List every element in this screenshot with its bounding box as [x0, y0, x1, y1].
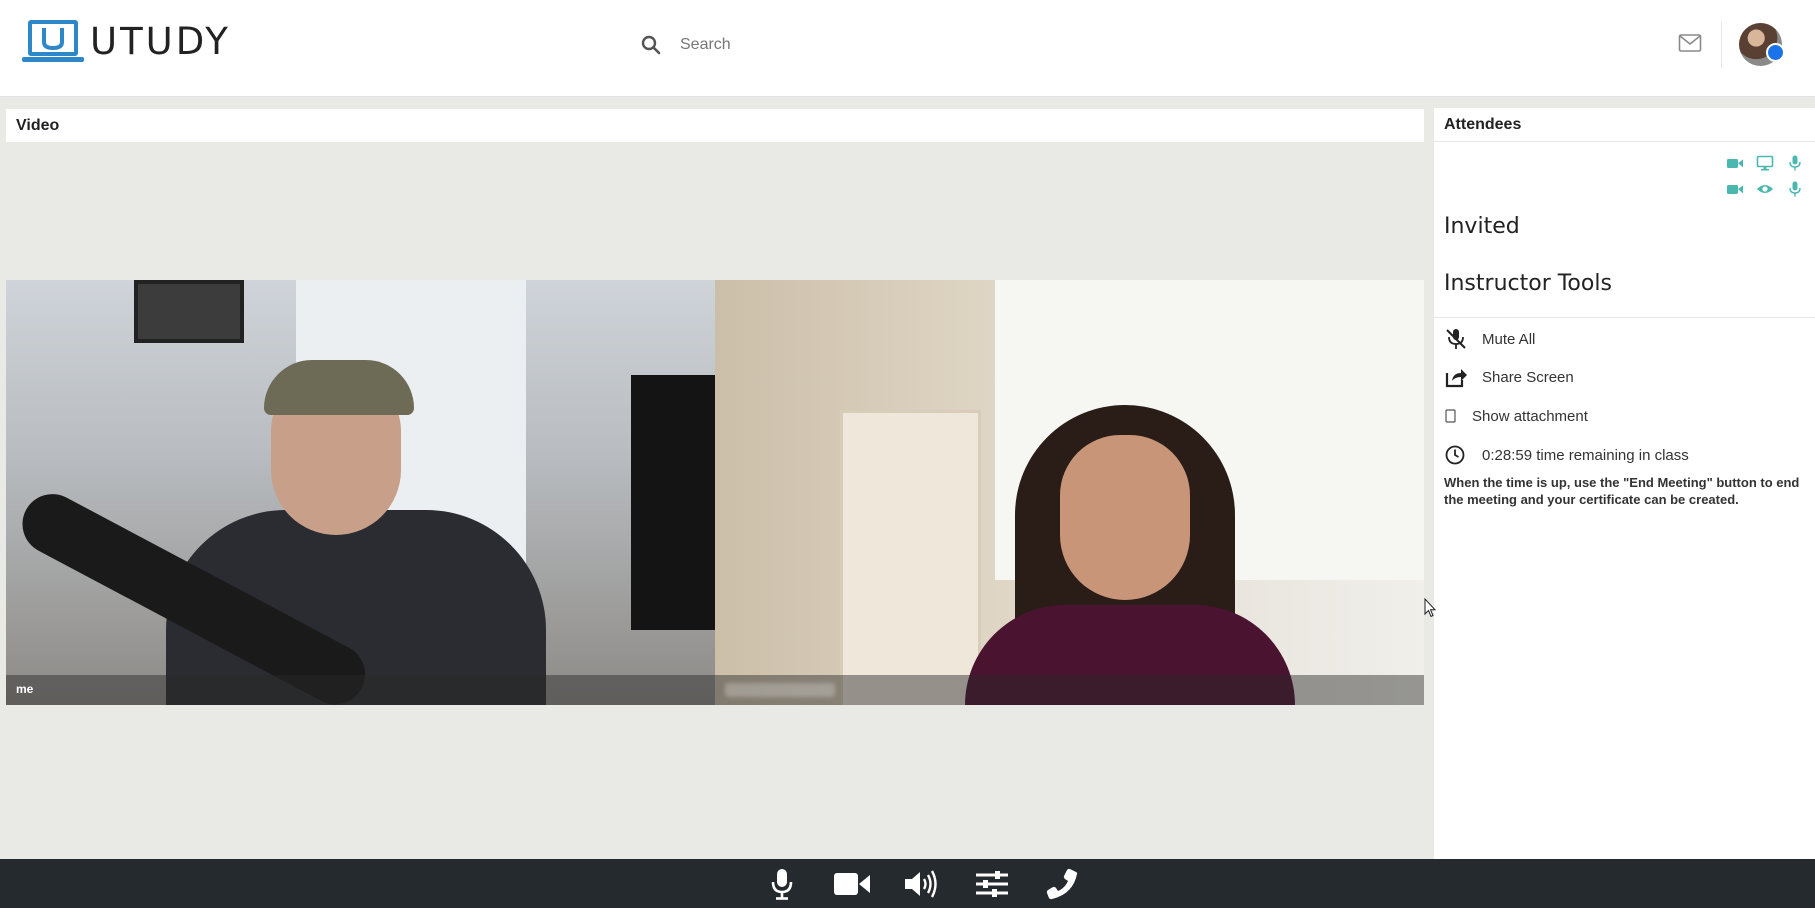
search-bar — [640, 34, 1060, 56]
utudy-logo[interactable]: UTUDY — [22, 18, 231, 64]
video-title-bar: Video — [6, 109, 1424, 142]
file-icon — [1445, 409, 1456, 423]
microphone-slash-icon — [1446, 329, 1466, 349]
microphone-icon[interactable] — [1786, 155, 1804, 171]
settings-button[interactable] — [970, 867, 1014, 901]
settings-sliders-icon — [976, 871, 1008, 897]
interior-door — [840, 410, 981, 705]
blurred-name — [725, 683, 835, 697]
video-camera-icon[interactable] — [1726, 181, 1744, 197]
video-camera-icon[interactable] — [1726, 155, 1744, 171]
mute-all-button[interactable]: Mute All — [1444, 328, 1535, 350]
speaker-icon — [905, 870, 937, 898]
mail-icon[interactable] — [1678, 33, 1702, 53]
mute-all-label: Mute All — [1482, 330, 1536, 348]
status-row — [1726, 176, 1815, 202]
camera-button[interactable] — [830, 867, 874, 901]
laptop-logo-icon — [22, 20, 84, 62]
person-cap — [264, 360, 414, 415]
divider — [1434, 141, 1815, 142]
show-attachment-button[interactable]: Show attachment — [1444, 405, 1588, 427]
status-row — [1726, 150, 1815, 176]
person-face — [1060, 435, 1190, 600]
tile-caption: me — [6, 675, 715, 705]
speaker-button[interactable] — [900, 867, 944, 901]
attendees-panel: Attendees Invited Instructor Tools Mute … — [1434, 108, 1815, 859]
microphone-icon[interactable] — [1786, 181, 1804, 197]
time-remaining: 0:28:59 time remaining in class — [1444, 444, 1689, 466]
mouse-cursor-icon — [1424, 598, 1436, 618]
call-controls — [760, 867, 1084, 901]
time-remaining-text: 0:28:59 time remaining in class — [1482, 446, 1689, 464]
user-avatar[interactable] — [1739, 23, 1785, 66]
computer-tower — [631, 375, 715, 630]
divider — [1434, 317, 1815, 318]
show-attachment-label: Show attachment — [1472, 407, 1588, 425]
attendees-title: Attendees — [1444, 116, 1522, 133]
microphone-icon — [771, 869, 793, 900]
share-screen-label: Share Screen — [1482, 368, 1574, 386]
header: UTUDY — [0, 0, 1815, 97]
eye-icon[interactable] — [1756, 181, 1774, 197]
clock-icon — [1445, 445, 1465, 465]
video-tiles: me — [6, 280, 1424, 705]
share-icon — [1445, 369, 1467, 388]
search-icon[interactable] — [640, 34, 662, 56]
logo-text: UTUDY — [90, 19, 231, 63]
call-control-bar — [0, 859, 1815, 908]
video-tile-participant[interactable] — [715, 280, 1424, 705]
header-divider — [1721, 22, 1722, 68]
video-panel: Video me — [6, 109, 1424, 859]
participant-name: me — [16, 682, 34, 696]
wall-picture — [134, 280, 244, 343]
tile-caption — [715, 675, 1424, 705]
search-input[interactable] — [680, 36, 1060, 54]
share-screen-button[interactable]: Share Screen — [1444, 366, 1574, 388]
monitor-icon[interactable] — [1756, 155, 1774, 171]
instructor-tools-heading: Instructor Tools — [1444, 271, 1612, 296]
invited-heading: Invited — [1444, 214, 1520, 239]
attendee-status-icons — [1726, 150, 1815, 202]
end-call-button[interactable] — [1040, 867, 1084, 901]
video-tile-self[interactable]: me — [6, 280, 715, 705]
verified-badge-icon — [1766, 43, 1785, 62]
video-camera-icon — [834, 873, 870, 895]
microphone-button[interactable] — [760, 867, 804, 901]
end-meeting-note: When the time is up, use the "End Meetin… — [1444, 475, 1800, 507]
end-call-icon — [1046, 868, 1078, 900]
video-panel-title: Video — [16, 117, 60, 134]
